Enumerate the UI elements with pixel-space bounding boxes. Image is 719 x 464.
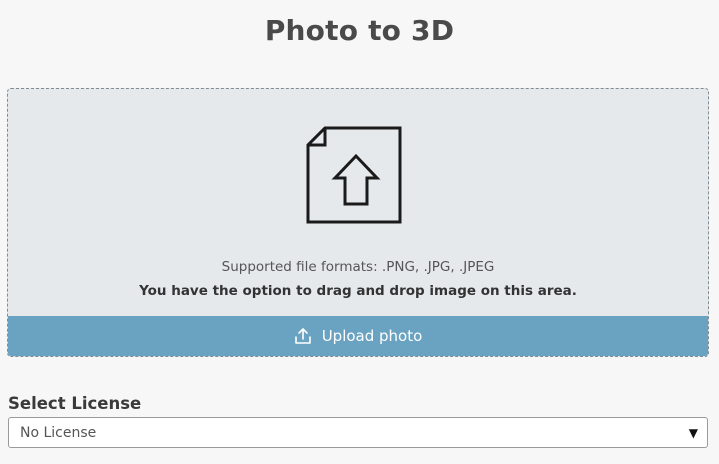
select-license-label: Select License — [8, 394, 142, 413]
drag-drop-hint: You have the option to drag and drop ima… — [139, 283, 577, 299]
upload-photo-button[interactable]: Upload photo — [8, 316, 708, 356]
upload-icon — [294, 328, 311, 344]
supported-formats-text: Supported file formats: .PNG, .JPG, .JPE… — [221, 259, 495, 275]
file-upload-icon — [306, 126, 402, 224]
upload-photo-label: Upload photo — [321, 327, 423, 345]
chevron-down-icon: ▼ — [688, 426, 698, 440]
license-select[interactable]: No License ▼ — [8, 417, 708, 448]
image-dropzone[interactable]: Supported file formats: .PNG, .JPG, .JPE… — [7, 88, 709, 357]
page-title: Photo to 3D — [264, 14, 455, 47]
license-selected-value: No License — [20, 424, 97, 441]
